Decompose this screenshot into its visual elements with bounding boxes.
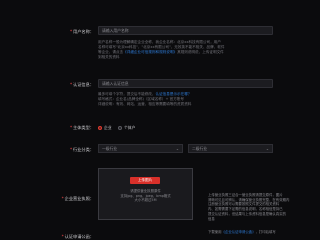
- cert-info-where-link[interactable]: 认证信息是示示在哪？: [156, 92, 192, 96]
- industry-primary-select[interactable]: 一级行业 ⌄: [98, 144, 183, 153]
- radio-selected-icon: [98, 125, 102, 130]
- cert-info-label: *认证信息：: [69, 82, 94, 87]
- license-upload-area[interactable]: 上传图片 请提供营业执照原件 支持jpg、png、jpeg、bmp格式 大小不超…: [98, 168, 193, 220]
- license-label: *企业营业执照：: [61, 196, 94, 201]
- subject-type-label: *主体类型：: [69, 125, 94, 130]
- cert-info-help: 最多可填个字符，提交后不能修改，认证信息是示示在哪？ 填写格式：企业名(品牌全称…: [98, 92, 192, 107]
- cert-info-input[interactable]: 请输入认证信息: [98, 79, 273, 88]
- subject-type-enterprise-radio[interactable]: 企业: [98, 125, 112, 130]
- user-name-help: 用户名称一般为理解确定企业全称，我企业名称：北京xx科技有限公司，用户 名称可填…: [98, 40, 225, 60]
- user-name-rules-link[interactable]: 《详细企业可信规则和规则说明》: [123, 50, 177, 54]
- chevron-down-icon: ⌄: [265, 145, 269, 151]
- cert-letter-side-help: 下载使用《企业认证申请公函》，打印后填写: [208, 230, 276, 234]
- user-name-input[interactable]: 请输入用户名称: [98, 26, 273, 35]
- user-name-label: *用户名称：: [69, 29, 94, 34]
- license-side-help: 上传营业执照三证合一营业执照请提交原件，图片 清晰可见且可辨认，请确保营业执照完…: [208, 193, 290, 221]
- industry-secondary-select[interactable]: 二级行业 ⌄: [188, 144, 273, 153]
- chevron-down-icon: ⌄: [175, 145, 179, 151]
- cert-letter-label: *认证申请公函：: [61, 234, 94, 239]
- subject-type-individual-radio[interactable]: 个体户: [118, 125, 135, 130]
- industry-label: *行业分类：: [69, 147, 94, 152]
- upload-image-button[interactable]: 上传图片: [130, 177, 160, 184]
- upload-hint: 请提供营业执照原件 支持jpg、png、jpeg、bmp格式 大小不超过5M: [120, 189, 171, 203]
- radio-unselected-icon: [118, 125, 122, 130]
- cert-letter-download-link[interactable]: 《企业认证申请公函》: [222, 230, 256, 234]
